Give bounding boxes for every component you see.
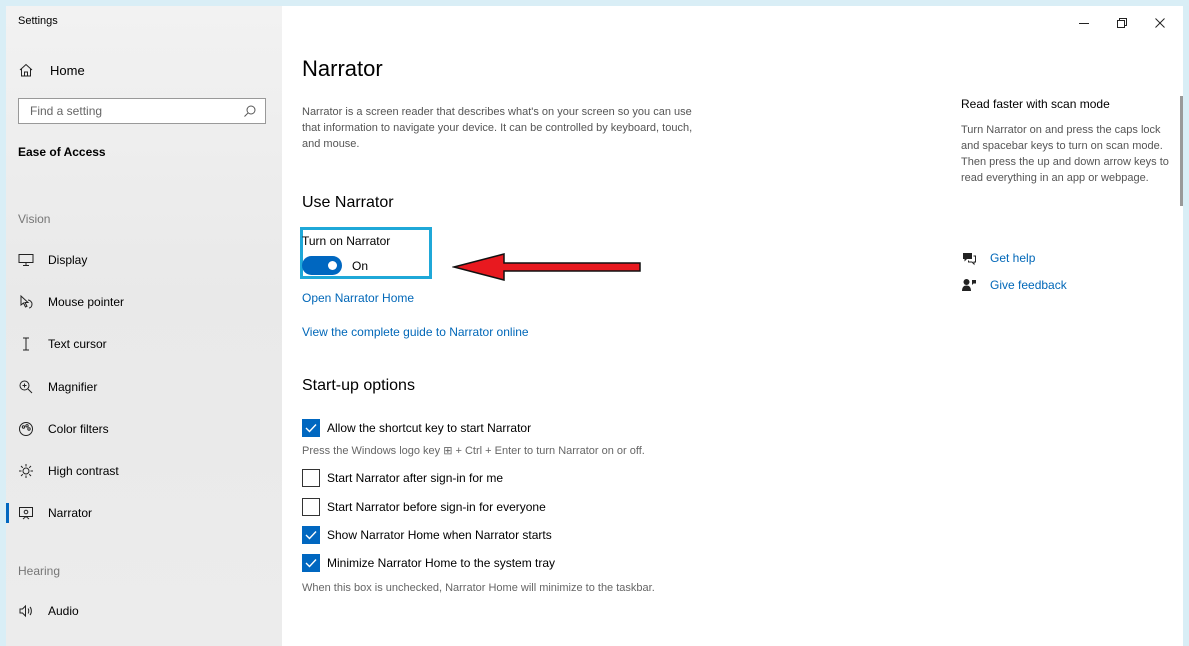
option-after-signin[interactable]: Start Narrator after sign-in for me: [302, 469, 503, 487]
narrator-toggle[interactable]: [302, 256, 342, 275]
narrator-toggle-label: Turn on Narrator: [302, 234, 391, 248]
option-label: Minimize Narrator Home to the system tra…: [327, 556, 556, 570]
close-icon: [1155, 18, 1165, 28]
scrollbar[interactable]: [1180, 96, 1183, 206]
restore-icon: [1117, 18, 1127, 28]
sidebar-item-audio[interactable]: Audio: [6, 591, 282, 631]
scan-mode-title: Read faster with scan mode: [961, 97, 1110, 111]
mouse-pointer-icon: [18, 294, 34, 310]
sidebar-item-display[interactable]: Display: [6, 240, 282, 280]
page-description: Narrator is a screen reader that describ…: [302, 106, 693, 150]
option-label: Show Narrator Home when Narrator starts: [327, 528, 552, 542]
close-button[interactable]: [1146, 9, 1174, 37]
give-feedback-label: Give feedback: [990, 278, 1067, 292]
option-before-signin[interactable]: Start Narrator before sign-in for everyo…: [302, 498, 546, 516]
sidebar-item-label: Mouse pointer: [48, 295, 125, 309]
option-label: Allow the shortcut key to start Narrator: [327, 421, 532, 435]
feedback-icon: [962, 279, 976, 291]
give-feedback-link[interactable]: Give feedback: [961, 277, 1067, 293]
use-narrator-heading: Use Narrator: [302, 194, 394, 211]
sidebar-item-color-filters[interactable]: Color filters: [6, 409, 282, 449]
get-help-link[interactable]: Get help: [961, 250, 1035, 266]
help-chat-icon: [963, 253, 976, 266]
sidebar-item-label: Narrator: [48, 506, 93, 520]
tray-hint: When this box is unchecked, Narrator Hom…: [302, 582, 655, 594]
sidebar-item-narrator[interactable]: Narrator: [6, 493, 282, 533]
nav-home-label: Home: [50, 62, 85, 78]
startup-options-heading: Start-up options: [302, 377, 415, 394]
checkbox-checked[interactable]: [302, 554, 320, 572]
sidebar-item-text-cursor[interactable]: Text cursor: [6, 324, 282, 364]
search-input[interactable]: [28, 103, 243, 119]
get-help-label: Get help: [990, 251, 1036, 265]
color-filters-icon: [18, 421, 34, 437]
sidebar-item-label: High contrast: [48, 464, 119, 478]
option-label: Start Narrator before sign-in for everyo…: [327, 500, 546, 514]
app-title: Settings: [18, 15, 58, 27]
narrator-guide-link[interactable]: View the complete guide to Narrator onli…: [302, 325, 529, 339]
section-title: Ease of Access: [18, 145, 106, 159]
sidebar-item-label: Text cursor: [48, 337, 107, 351]
restore-button[interactable]: [1108, 9, 1136, 37]
minimize-button[interactable]: [1070, 9, 1098, 37]
option-show-home[interactable]: Show Narrator Home when Narrator starts: [302, 526, 552, 544]
nav-home[interactable]: Home: [18, 62, 85, 78]
narrator-icon: [18, 505, 34, 521]
checkbox-unchecked[interactable]: [302, 469, 320, 487]
option-label: Start Narrator after sign-in for me: [327, 471, 504, 485]
annotation-arrow: [452, 253, 641, 281]
group-label-vision: Vision: [18, 212, 51, 226]
sidebar-item-label: Audio: [48, 604, 79, 618]
sidebar-item-magnifier[interactable]: Magnifier: [6, 367, 282, 407]
selection-indicator: [6, 503, 9, 523]
sidebar: Settings Home Ease of Access Vision Disp…: [6, 6, 282, 646]
sidebar-item-label: Magnifier: [48, 380, 98, 394]
group-label-hearing: Hearing: [18, 564, 61, 578]
sidebar-item-label: Color filters: [48, 422, 109, 436]
settings-window: Settings Home Ease of Access Vision Disp…: [6, 6, 1183, 646]
toggle-knob: [328, 261, 337, 270]
sidebar-item-label: Display: [48, 253, 88, 267]
magnifier-icon: [18, 379, 34, 395]
checkbox-checked[interactable]: [302, 526, 320, 544]
search-box[interactable]: [18, 98, 266, 124]
scan-mode-text: Turn Narrator on and press the caps lock…: [961, 124, 1169, 184]
search-icon[interactable]: [243, 104, 257, 118]
page-title: Narrator: [302, 56, 383, 81]
option-shortcut-key[interactable]: Allow the shortcut key to start Narrator: [302, 419, 531, 437]
sidebar-item-high-contrast[interactable]: High contrast: [6, 451, 282, 491]
open-narrator-home-link[interactable]: Open Narrator Home: [302, 291, 414, 305]
high-contrast-icon: [18, 463, 34, 479]
audio-icon: [18, 603, 34, 619]
narrator-toggle-state: On: [352, 259, 369, 273]
checkbox-unchecked[interactable]: [302, 498, 320, 516]
monitor-icon: [18, 252, 34, 268]
shortcut-hint: Press the Windows logo key ⊞ + Ctrl + En…: [302, 445, 645, 457]
checkbox-checked[interactable]: [302, 419, 320, 437]
option-minimize-tray[interactable]: Minimize Narrator Home to the system tra…: [302, 554, 555, 572]
text-cursor-icon: [18, 336, 34, 352]
sidebar-item-mouse-pointer[interactable]: Mouse pointer: [6, 282, 282, 322]
home-icon: [19, 63, 33, 77]
minimize-icon: [1079, 23, 1089, 24]
